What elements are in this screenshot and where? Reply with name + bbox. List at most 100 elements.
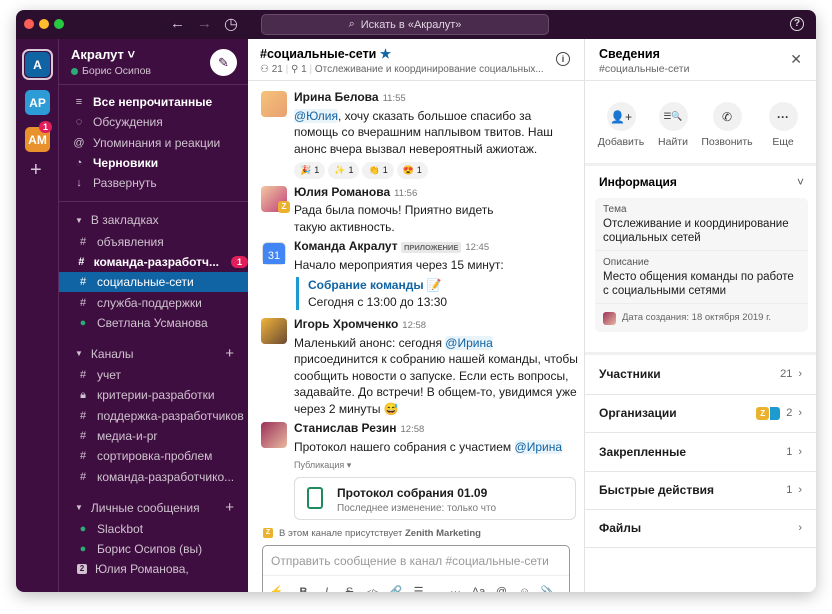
channel-item[interactable]: # сортировка-проблем bbox=[59, 446, 248, 466]
info-section-header[interactable]: Информация ˅ bbox=[595, 175, 808, 189]
message-time[interactable]: 11:55 bbox=[383, 93, 406, 104]
sidebar-item-unread[interactable]: ≡ Все непрочитанные bbox=[59, 92, 248, 112]
channel-item[interactable]: # команда-разработчико... bbox=[59, 466, 248, 486]
message-time[interactable]: 12:58 bbox=[401, 424, 425, 435]
forward-icon[interactable]: → bbox=[197, 15, 212, 32]
document-icon bbox=[307, 486, 323, 509]
reaction[interactable]: 👏 1 bbox=[362, 161, 394, 179]
more-icon[interactable]: ··· bbox=[444, 586, 467, 592]
attach-icon[interactable]: 📎 bbox=[536, 585, 559, 592]
emoji-icon[interactable]: ☺ bbox=[513, 586, 536, 592]
sidebar-header: Акралут ˅ Борис Осипов ✎ bbox=[59, 39, 248, 85]
dm-item[interactable]: ● Slackbot bbox=[59, 519, 248, 539]
event-link[interactable]: Собрание команды bbox=[308, 278, 424, 292]
message-author[interactable]: Станислав Резин bbox=[294, 421, 397, 435]
search-input[interactable]: ⌕ Искать в «Акралут» bbox=[261, 14, 549, 35]
strikethrough-icon[interactable]: S bbox=[338, 586, 361, 592]
sidebar-item-mentions[interactable]: @ Упоминания и реакции bbox=[59, 133, 248, 153]
help-icon[interactable]: ? bbox=[790, 17, 804, 31]
avatar[interactable] bbox=[261, 318, 287, 345]
mention[interactable]: @Ирина bbox=[514, 439, 562, 454]
list-icon[interactable]: ☰ bbox=[407, 585, 430, 592]
message-time[interactable]: 12:45 bbox=[465, 242, 489, 253]
members-row[interactable]: Участники 21 › bbox=[585, 355, 816, 394]
message-author[interactable]: Команда Акралут bbox=[294, 239, 398, 253]
bookmarks-section[interactable]: ▼ В закладках bbox=[59, 209, 248, 231]
pin-count[interactable]: 1 bbox=[301, 64, 307, 75]
minimize-window-button[interactable] bbox=[39, 19, 49, 29]
call-button[interactable]: ✆ Позвонить bbox=[697, 102, 757, 148]
avatar[interactable] bbox=[261, 91, 287, 117]
file-attachment[interactable]: Протокол собрания 01.09 Последнее измене… bbox=[294, 476, 576, 520]
sidebar-item-threads[interactable]: ◌ Обсуждения bbox=[59, 112, 248, 132]
find-button[interactable]: ☰🔍 Найти bbox=[643, 102, 703, 148]
info-icon[interactable]: i bbox=[556, 52, 570, 66]
add-channel-icon[interactable]: + bbox=[225, 345, 234, 362]
reaction[interactable]: ✨ 1 bbox=[328, 161, 360, 179]
dm-item[interactable]: ● Борис Осипов (вы) bbox=[59, 539, 248, 559]
workspace-a[interactable]: A bbox=[25, 52, 50, 77]
back-icon[interactable]: ← bbox=[170, 15, 185, 32]
message-time[interactable]: 11:56 bbox=[394, 188, 417, 199]
dms-section[interactable]: ▼ Личные сообщения + bbox=[59, 497, 248, 519]
sidebar-item-expand[interactable]: ↓ Развернуть bbox=[59, 173, 248, 193]
bold-icon[interactable]: B bbox=[292, 586, 315, 592]
topic-field[interactable]: Тема Отслеживание и координирование социа… bbox=[595, 198, 808, 251]
dm-item[interactable]: 2 Юлия Романова, bbox=[59, 559, 248, 579]
reaction[interactable]: 🎉 1 bbox=[294, 161, 326, 179]
message-author[interactable]: Ирина Белова bbox=[294, 90, 379, 104]
channel-item[interactable]: # учет bbox=[59, 365, 248, 385]
channel-item[interactable]: # поддержка-разработчиков bbox=[59, 406, 248, 426]
add-workspace-icon[interactable]: + bbox=[30, 159, 42, 182]
threads-icon: ◌ bbox=[75, 116, 83, 129]
close-icon[interactable]: ✕ bbox=[790, 51, 802, 68]
channel-item[interactable]: # команда-разработч... 1 bbox=[59, 252, 248, 272]
link-icon[interactable]: 🔗 bbox=[384, 585, 407, 592]
caret-down-icon: ▼ bbox=[75, 503, 83, 513]
channel-item[interactable]: 🔒︎ критерии-разработки bbox=[59, 385, 248, 405]
channel-title[interactable]: #социальные-сети bbox=[260, 47, 376, 61]
caret-down-icon: ▼ bbox=[75, 349, 83, 359]
add-dm-icon[interactable]: + bbox=[225, 499, 234, 516]
message-author[interactable]: Игорь Хромченко bbox=[294, 317, 398, 331]
channel-item[interactable]: # служба-поддержки bbox=[59, 292, 248, 312]
message-input[interactable]: Отправить сообщение в канал #социальные-… bbox=[263, 546, 569, 576]
channels-section[interactable]: ▼ Каналы + bbox=[59, 343, 248, 365]
maximize-window-button[interactable] bbox=[54, 19, 64, 29]
history-icon[interactable]: ◷ bbox=[224, 14, 238, 34]
star-icon[interactable]: ★ bbox=[380, 47, 391, 61]
event-time: Сегодня с 13:00 до 13:30 bbox=[308, 294, 448, 309]
text-format-icon[interactable]: Aa bbox=[467, 586, 490, 592]
creator-avatar bbox=[603, 311, 616, 325]
sidebar-item-drafts[interactable]: ◔ Черновики bbox=[59, 153, 248, 173]
mention[interactable]: @Ирина bbox=[445, 335, 493, 350]
message-time[interactable]: 12:58 bbox=[402, 320, 426, 331]
shortcuts-icon[interactable]: ⚡ bbox=[265, 585, 288, 592]
channel-item-selected[interactable]: # социальные-сети bbox=[59, 272, 248, 293]
workspace-ap[interactable]: AP bbox=[25, 90, 50, 115]
add-people-button[interactable]: 👤+ Добавить bbox=[591, 102, 651, 148]
mention-icon[interactable]: @ bbox=[490, 586, 513, 592]
organizations-row[interactable]: Организации Z 2 › bbox=[585, 393, 816, 433]
close-window-button[interactable] bbox=[24, 19, 34, 29]
description-field[interactable]: Описание Место общения команды по работе … bbox=[595, 251, 808, 304]
post-label[interactable]: Публикация ▾ bbox=[294, 457, 584, 474]
code-icon[interactable]: </> bbox=[361, 588, 384, 592]
avatar[interactable] bbox=[261, 422, 287, 449]
members-icon: ⚇ bbox=[260, 64, 269, 75]
files-row[interactable]: Файлы › bbox=[585, 509, 816, 548]
channel-item[interactable]: # медиа-и-pr bbox=[59, 426, 248, 446]
shortcuts-row[interactable]: Быстрые действия 1 › bbox=[585, 470, 816, 510]
dm-item[interactable]: ● Светлана Усманова bbox=[59, 313, 248, 333]
more-button[interactable]: ··· Еще bbox=[753, 102, 813, 148]
channel-item[interactable]: # объявления bbox=[59, 231, 248, 251]
mention[interactable]: @Юлия bbox=[294, 108, 338, 123]
reaction[interactable]: 😍 1 bbox=[396, 161, 428, 179]
file-subtitle: Последнее изменение: только что bbox=[337, 502, 497, 514]
search-icon: ⌕ bbox=[348, 18, 355, 30]
member-count[interactable]: 21 bbox=[272, 64, 283, 75]
italic-icon[interactable]: I bbox=[315, 586, 338, 592]
message-author[interactable]: Юлия Романова bbox=[294, 185, 390, 199]
pinned-row[interactable]: Закрепленные 1 › bbox=[585, 432, 816, 471]
compose-icon[interactable]: ✎ bbox=[210, 49, 237, 76]
